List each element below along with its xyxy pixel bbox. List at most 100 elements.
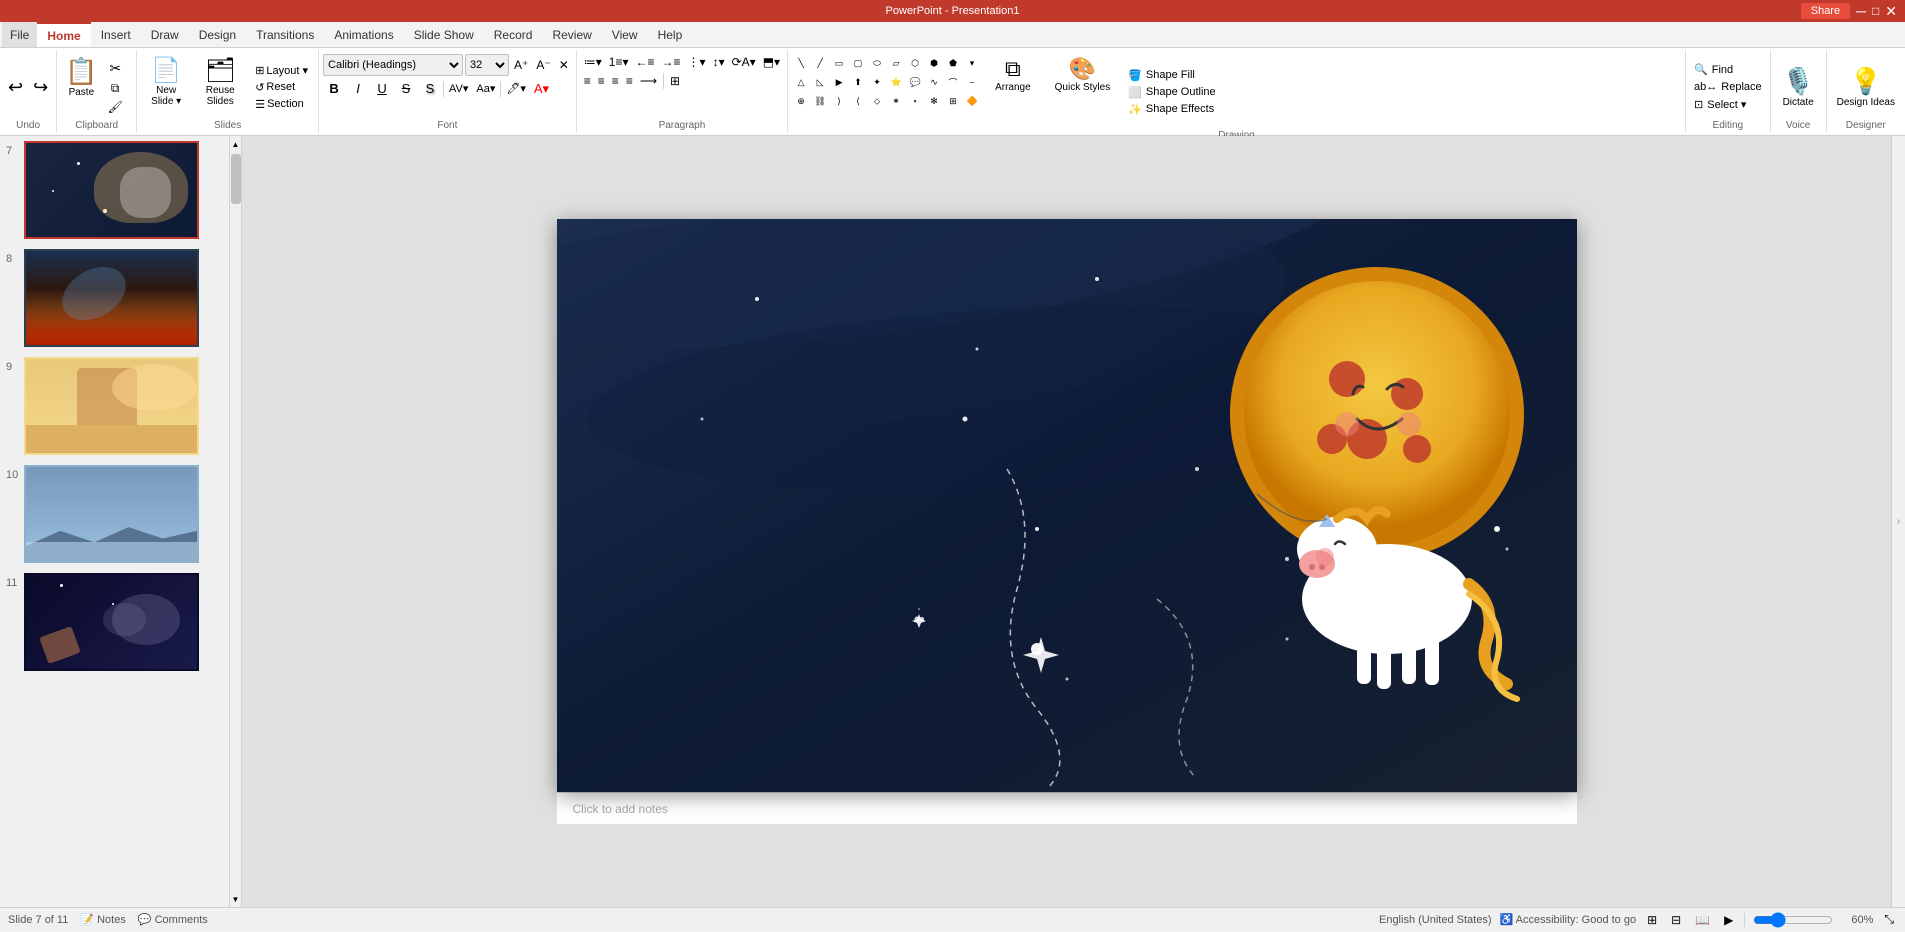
slide-item-9[interactable]: 9	[0, 352, 229, 460]
decrease-indent-button[interactable]: ←≡	[633, 54, 658, 70]
new-slide-button[interactable]: 📄 NewSlide ▾	[141, 54, 191, 120]
paste-button[interactable]: 📋 Paste	[61, 54, 101, 120]
shape-tri-button[interactable]: △	[792, 73, 810, 91]
align-center-button[interactable]: ≡	[595, 73, 608, 89]
shape-extra3-button[interactable]: ⬦	[868, 92, 886, 110]
increase-font-size-button[interactable]: A⁺	[511, 57, 531, 73]
tab-home[interactable]: Home	[37, 22, 90, 47]
shape-star2-button[interactable]: ⭐	[887, 73, 905, 91]
text-direction-button[interactable]: ⟳A▾	[729, 54, 759, 70]
shape-more-button[interactable]: ▾	[963, 54, 981, 72]
slide-sorter-btn[interactable]: ⊟	[1668, 912, 1684, 928]
shape-more6-button[interactable]: ⌣	[963, 73, 981, 91]
reading-view-btn[interactable]: 📖	[1692, 912, 1713, 928]
share-button[interactable]: Share	[1801, 3, 1850, 19]
shape-rtri-button[interactable]: ◺	[811, 73, 829, 91]
tab-help[interactable]: Help	[648, 22, 693, 47]
tab-slideshow[interactable]: Slide Show	[404, 22, 484, 47]
line-spacing-button[interactable]: ↕▾	[710, 54, 728, 70]
format-painter-button[interactable]: 🖌	[104, 99, 127, 115]
arrange-button[interactable]: ⧉ Arrange	[989, 54, 1037, 130]
smartart-button[interactable]: ⊞	[667, 73, 683, 89]
columns-button[interactable]: ⋮▾	[685, 54, 709, 70]
bullets-button[interactable]: ≔▾	[581, 54, 605, 70]
normal-view-btn[interactable]: ⊞	[1644, 912, 1660, 928]
tab-transitions[interactable]: Transitions	[246, 22, 324, 47]
redo-button[interactable]: ↪	[29, 75, 52, 100]
font-color-button[interactable]: A▾	[531, 80, 552, 98]
shape-eq-button[interactable]: ⊕	[792, 92, 810, 110]
replace-button[interactable]: ab↔Replace	[1690, 80, 1766, 94]
undo-button[interactable]: ↩	[4, 75, 27, 100]
notes-area[interactable]: Click to add notes	[557, 792, 1577, 824]
zoom-slider[interactable]	[1753, 913, 1833, 927]
shape-line2-button[interactable]: ╱	[811, 54, 829, 72]
shape-fill-button[interactable]: 🪣Shape Fill	[1124, 68, 1219, 83]
cut-button[interactable]: ✂	[104, 59, 127, 78]
shape-oval-button[interactable]: ⬭	[868, 54, 886, 72]
shape-arrow2-button[interactable]: ⬆	[849, 73, 867, 91]
shape-more3-button[interactable]: ⬟	[944, 54, 962, 72]
section-button[interactable]: ☰Section	[249, 97, 314, 112]
shape-extra4-button[interactable]: ✶	[887, 92, 905, 110]
shape-extra5-button[interactable]: ⋆	[906, 92, 924, 110]
shape-extra8-button[interactable]: 🔶	[963, 92, 981, 110]
shape-more2-button[interactable]: ⬢	[925, 54, 943, 72]
font-name-select[interactable]: Calibri (Headings)	[323, 54, 463, 76]
shape-callout-button[interactable]: 💬	[906, 73, 924, 91]
shadow-button[interactable]: S	[419, 79, 441, 98]
tab-draw[interactable]: Draw	[141, 22, 189, 47]
reset-button[interactable]: ↺Reset	[249, 80, 314, 95]
quick-styles-button[interactable]: 🎨 Quick Styles	[1049, 54, 1117, 130]
tab-file[interactable]: File	[2, 22, 37, 47]
shape-extra6-button[interactable]: ✻	[925, 92, 943, 110]
align-right-button[interactable]: ≡	[609, 73, 622, 89]
presentation-btn[interactable]: ▶	[1721, 912, 1736, 928]
shape-outline-button[interactable]: ⬜Shape Outline	[1124, 85, 1219, 100]
font-size-select[interactable]: 32	[465, 54, 509, 76]
design-ideas-button[interactable]: 💡 Design Ideas	[1831, 64, 1901, 110]
strikethrough-button[interactable]: S	[395, 79, 417, 98]
minimize-icon[interactable]: ─	[1856, 3, 1866, 19]
shape-more1-button[interactable]: ⬡	[906, 54, 924, 72]
shape-more5-button[interactable]: ⌒	[944, 73, 962, 91]
decrease-font-size-button[interactable]: A⁻	[533, 57, 553, 73]
align-left-button[interactable]: ≡	[581, 73, 594, 89]
shape-more4-button[interactable]: ∿	[925, 73, 943, 91]
shape-extra7-button[interactable]: ⊞	[944, 92, 962, 110]
slide-item-8[interactable]: 8	[0, 244, 229, 352]
shape-roundrect-button[interactable]: ▢	[849, 54, 867, 72]
slide-canvas[interactable]	[557, 219, 1577, 792]
tab-insert[interactable]: Insert	[91, 22, 141, 47]
layout-button[interactable]: ⊞Layout ▾	[249, 63, 314, 78]
rtl-button[interactable]: ⟶	[637, 73, 660, 89]
slide-item-11[interactable]: 11	[0, 568, 229, 676]
tab-animations[interactable]: Animations	[324, 22, 403, 47]
scroll-down-button[interactable]: ▼	[230, 893, 242, 905]
select-button[interactable]: ⊡Select ▾	[1690, 97, 1766, 112]
numbering-button[interactable]: 1≡▾	[606, 54, 632, 70]
bold-button[interactable]: B	[323, 79, 345, 98]
notes-btn[interactable]: 📝 Notes	[80, 913, 126, 926]
shape-link-button[interactable]: ⛓	[811, 92, 829, 110]
shape-isot-button[interactable]: ▱	[887, 54, 905, 72]
shape-arrow1-button[interactable]: ▶	[830, 73, 848, 91]
italic-button[interactable]: I	[347, 79, 369, 98]
slide-item-10[interactable]: 10	[0, 460, 229, 568]
tab-record[interactable]: Record	[484, 22, 543, 47]
slide-item-7[interactable]: 7	[0, 136, 229, 244]
scroll-up-button[interactable]: ▲	[230, 138, 242, 150]
shape-line-button[interactable]: ╲	[792, 54, 810, 72]
copy-button[interactable]: ⧉	[104, 80, 127, 97]
increase-indent-button[interactable]: →≡	[659, 54, 684, 70]
dictate-button[interactable]: 🎙️ Dictate	[1776, 64, 1820, 110]
shape-extra2-button[interactable]: ⟨	[849, 92, 867, 110]
slide-panel-scrollbar[interactable]: ▲ ▼	[230, 136, 242, 907]
fit-to-window-btn[interactable]: ⤡	[1881, 911, 1897, 928]
comments-btn[interactable]: 💬 Comments	[138, 913, 208, 926]
text-highlight-button[interactable]: 🖊▾	[503, 81, 529, 96]
reuse-slides-button[interactable]: 🗂 ReuseSlides	[195, 54, 245, 120]
character-spacing-button[interactable]: AV▾	[446, 81, 471, 96]
tab-view[interactable]: View	[602, 22, 648, 47]
shape-extra1-button[interactable]: ⟩	[830, 92, 848, 110]
